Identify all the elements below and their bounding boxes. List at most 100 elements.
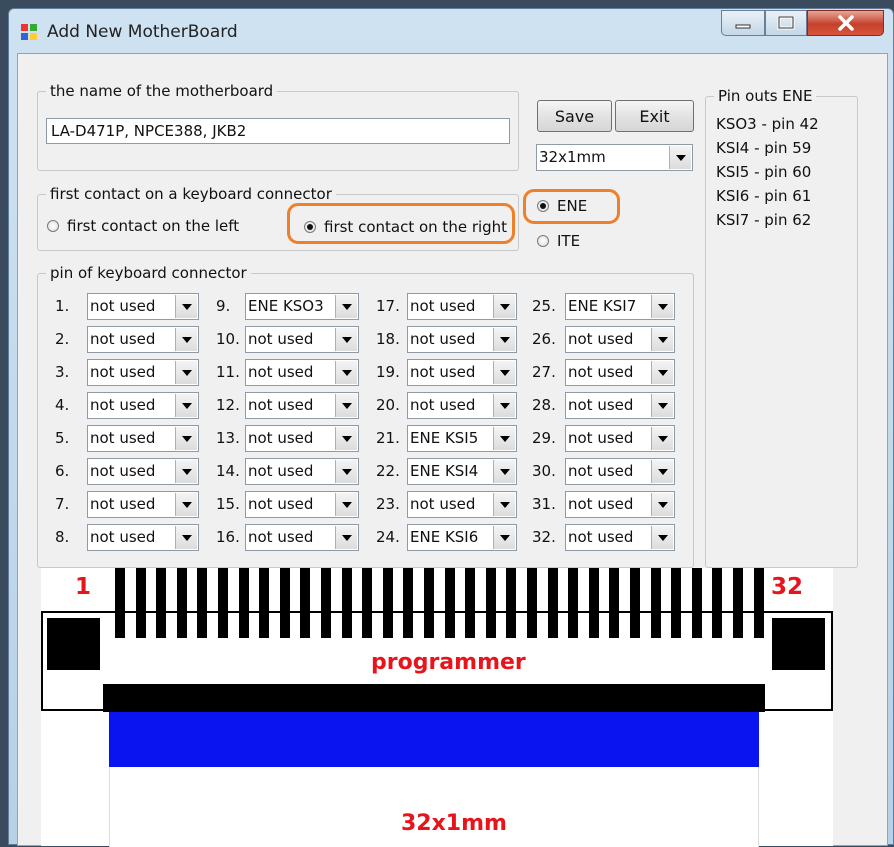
maximize-button[interactable] [765, 10, 807, 36]
chevron-down-icon[interactable] [493, 427, 515, 450]
pinout-line: KSO3 - pin 42 [716, 115, 819, 133]
chevron-down-icon[interactable] [669, 146, 691, 169]
chevron-down-icon[interactable] [651, 295, 673, 318]
chip-ite-label: ITE [557, 232, 581, 250]
chevron-down-icon[interactable] [493, 526, 515, 549]
chevron-down-icon[interactable] [651, 328, 673, 351]
pin-assignment-combo[interactable]: not used [565, 425, 675, 452]
close-button[interactable] [807, 10, 884, 36]
pin-assignment-combo[interactable]: not used [245, 392, 359, 419]
pin-number: 7. [55, 495, 70, 513]
pin-assignment-combo[interactable]: not used [407, 293, 517, 320]
pin-assignment-combo[interactable]: not used [87, 326, 199, 353]
chevron-down-icon[interactable] [175, 361, 197, 384]
pin-assignment-value: ENE KSO3 [248, 297, 324, 315]
chevron-down-icon[interactable] [335, 295, 357, 318]
chevron-down-icon[interactable] [175, 328, 197, 351]
pin-assignment-value: not used [568, 363, 634, 381]
pin-assignment-value: not used [568, 528, 634, 546]
pin-assignment-value: not used [90, 330, 156, 348]
app-icon [21, 24, 37, 40]
pin-assignment-combo[interactable]: not used [565, 524, 675, 551]
pin-assignment-combo[interactable]: not used [87, 524, 199, 551]
save-button[interactable]: Save [537, 100, 612, 132]
chevron-down-icon[interactable] [335, 427, 357, 450]
chevron-down-icon[interactable] [493, 493, 515, 516]
chip-ite-radio[interactable]: ITE [537, 232, 580, 250]
chevron-down-icon[interactable] [493, 394, 515, 417]
pin-number: 25. [532, 297, 556, 315]
pin-assignment-combo[interactable]: ENE KSI4 [407, 458, 517, 485]
motherboard-name-input[interactable]: LA-D471P, NPCE388, JKB2 [46, 118, 510, 144]
first-contact-right-highlight [287, 203, 515, 244]
pin-assignment-combo[interactable]: not used [565, 392, 675, 419]
pin-number: 24. [376, 528, 400, 546]
chevron-down-icon[interactable] [175, 526, 197, 549]
chevron-down-icon[interactable] [651, 427, 673, 450]
first-contact-left-radio[interactable]: first contact on the left [47, 217, 239, 235]
chevron-down-icon[interactable] [335, 328, 357, 351]
pin-assignment-combo[interactable]: not used [407, 392, 517, 419]
chevron-down-icon[interactable] [175, 427, 197, 450]
pin-assignment-combo[interactable]: not used [245, 326, 359, 353]
chevron-down-icon[interactable] [175, 460, 197, 483]
chevron-down-icon[interactable] [335, 394, 357, 417]
pin-assignment-value: not used [568, 495, 634, 513]
pin-assignment-combo[interactable]: ENE KSI5 [407, 425, 517, 452]
pin-assignment-combo[interactable]: not used [407, 326, 517, 353]
chevron-down-icon[interactable] [335, 460, 357, 483]
connector-size-combo[interactable]: 32x1mm [536, 144, 693, 171]
minimize-button[interactable] [721, 10, 765, 36]
chevron-down-icon[interactable] [335, 493, 357, 516]
pin-assignment-combo[interactable]: not used [565, 458, 675, 485]
pin-number: 22. [376, 462, 400, 480]
pin-assignment-combo[interactable]: not used [87, 425, 199, 452]
chevron-down-icon[interactable] [651, 361, 673, 384]
programmer-label: programmer [371, 650, 526, 675]
chevron-down-icon[interactable] [335, 361, 357, 384]
ribbon-cable-stiffener [109, 712, 759, 767]
chevron-down-icon[interactable] [175, 493, 197, 516]
pin-assignment-combo[interactable]: not used [87, 458, 199, 485]
chevron-down-icon[interactable] [493, 361, 515, 384]
chevron-down-icon[interactable] [493, 295, 515, 318]
pinouts-label: Pin outs ENE [714, 87, 817, 105]
pin-assignment-combo[interactable]: not used [565, 491, 675, 518]
chevron-down-icon[interactable] [651, 460, 673, 483]
pin-assignment-value: not used [90, 462, 156, 480]
chevron-down-icon[interactable] [651, 526, 673, 549]
chevron-down-icon[interactable] [175, 295, 197, 318]
chevron-down-icon[interactable] [493, 328, 515, 351]
pin-assignment-combo[interactable]: ENE KSO3 [245, 293, 359, 320]
pin-assignment-value: not used [568, 462, 634, 480]
pin-assignment-combo[interactable]: not used [245, 491, 359, 518]
chevron-down-icon[interactable] [175, 394, 197, 417]
pin-assignment-combo[interactable]: not used [565, 359, 675, 386]
pin-assignment-combo[interactable]: not used [87, 359, 199, 386]
pin-assignment-combo[interactable]: ENE KSI6 [407, 524, 517, 551]
pin-assignment-combo[interactable]: not used [407, 491, 517, 518]
pin-assignment-combo[interactable]: not used [245, 458, 359, 485]
pin-assignment-combo[interactable]: not used [565, 326, 675, 353]
chevron-down-icon[interactable] [493, 460, 515, 483]
pin-assignment-combo[interactable]: ENE KSI7 [565, 293, 675, 320]
pin-assignment-combo[interactable]: not used [407, 359, 517, 386]
pinout-line: KSI5 - pin 60 [716, 163, 812, 181]
chevron-down-icon[interactable] [651, 493, 673, 516]
pin-assignment-combo[interactable]: not used [87, 392, 199, 419]
pin-assignment-combo[interactable]: not used [245, 425, 359, 452]
pin-assignment-value: not used [568, 396, 634, 414]
pin-assignment-combo[interactable]: not used [87, 293, 199, 320]
pin-assignment-value: not used [90, 429, 156, 447]
pin-number: 17. [376, 297, 400, 315]
pin-assignment-combo[interactable]: not used [245, 524, 359, 551]
pin-assignment-value: not used [248, 396, 314, 414]
pin-assignment-combo[interactable]: not used [245, 359, 359, 386]
chevron-down-icon[interactable] [335, 526, 357, 549]
exit-button[interactable]: Exit [615, 100, 694, 132]
window-title: Add New MotherBoard [47, 22, 238, 42]
pin-number: 8. [55, 528, 70, 546]
pin-assignment-value: not used [410, 495, 476, 513]
pin-assignment-combo[interactable]: not used [87, 491, 199, 518]
chevron-down-icon[interactable] [651, 394, 673, 417]
